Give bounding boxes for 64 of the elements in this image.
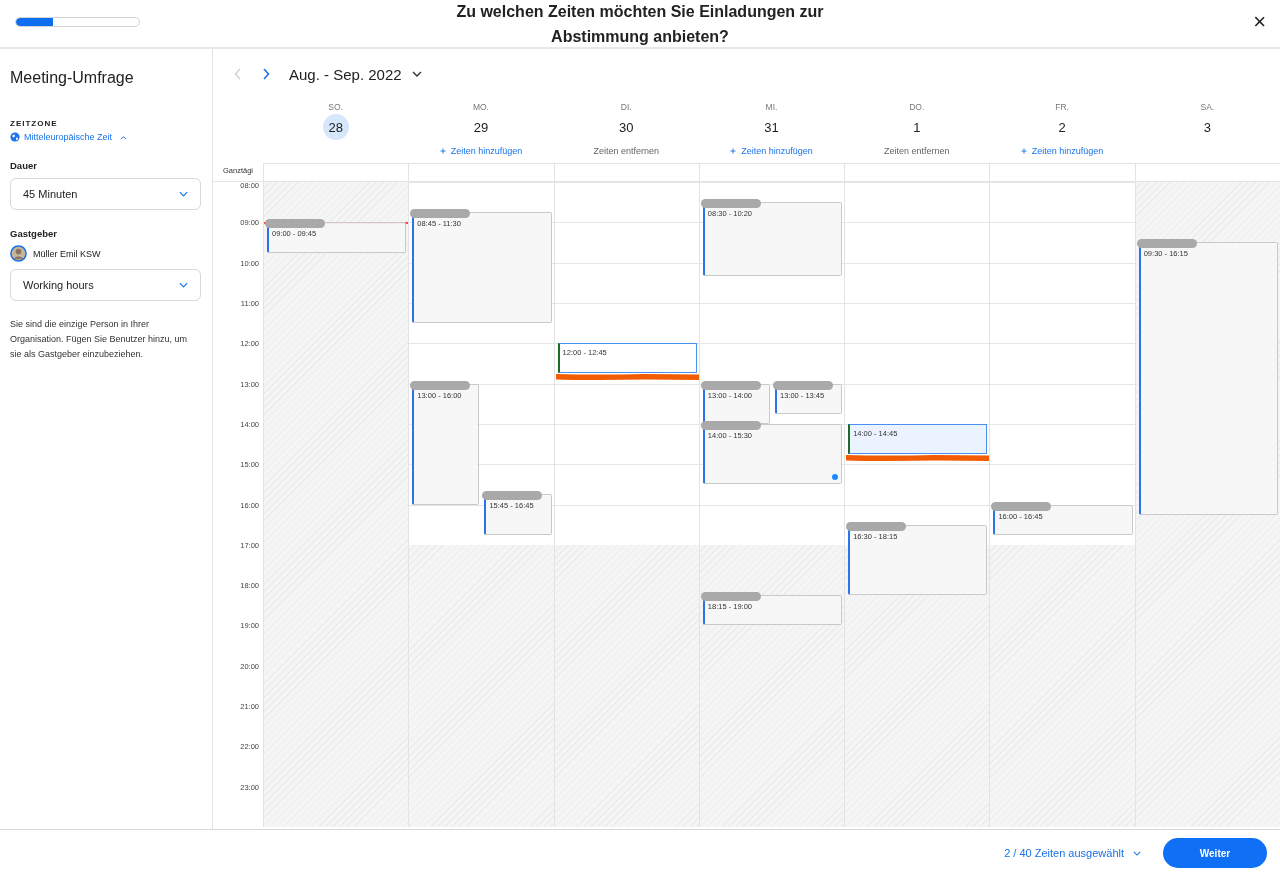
all-day-cell[interactable] [1134, 163, 1280, 181]
remove-times-link[interactable]: Zeiten entfernen [884, 146, 950, 156]
redacted-title [482, 491, 543, 501]
redacted-title [265, 219, 325, 229]
field-label: Dauer [10, 160, 38, 171]
add-times-link[interactable]: Zeiten hinzufügen [730, 146, 813, 156]
redacted-title [700, 592, 761, 602]
weekday-label: MO. [472, 102, 489, 112]
all-day-cell[interactable] [698, 163, 845, 181]
redacted-title [410, 209, 471, 219]
day-number[interactable]: 2 [1049, 114, 1076, 140]
chevron-right-icon [262, 68, 270, 80]
redacted-title [773, 380, 833, 390]
section-label: ZEITZONE [10, 119, 59, 128]
weekday-label: DO. [909, 102, 925, 112]
redacted-title [700, 380, 761, 390]
next-step-button[interactable]: Weiter [1163, 838, 1267, 868]
day-number[interactable]: 1 [903, 114, 930, 140]
day-number[interactable]: 28 [322, 114, 349, 140]
remove-times-link[interactable]: Zeiten entfernen [593, 146, 659, 156]
plus-icon [730, 148, 737, 154]
all-day-cell[interactable] [553, 163, 699, 181]
day-number[interactable]: 29 [467, 114, 494, 140]
host-name: Müller Emil KSW [33, 248, 101, 259]
avatar-icon [10, 245, 27, 262]
redacted-title [410, 380, 471, 390]
plus-icon [439, 148, 446, 154]
field-label: Gastgeber [10, 228, 58, 239]
date-range-dropdown[interactable]: Aug. - Sep. 2022 [289, 65, 422, 83]
chevron-down-icon [179, 282, 188, 288]
chevron-down-icon [411, 71, 422, 77]
all-day-cell[interactable] [989, 163, 1135, 181]
weekday-label: MI. [765, 102, 778, 112]
duration-dropdown[interactable]: 45 Minuten [10, 178, 201, 210]
chevron-left-icon [234, 68, 242, 80]
close-button[interactable]: × [1253, 10, 1266, 34]
redacted-title [700, 420, 761, 430]
dialog-title: Zu welchen Zeiten möchten Sie Einladungen zur Abstimmung anbieten? [455, 1, 825, 47]
redacted-title [1136, 239, 1197, 249]
redacted-title [700, 199, 761, 209]
all-day-cell[interactable] [263, 163, 409, 181]
info-text: Sie sind die einzige Person in Ihrer Organisation. Fügen Sie Benutzer hinzu, um sie als Gastgeber einzubeziehen. [10, 318, 189, 361]
caret-icon [120, 134, 128, 140]
timezone-link[interactable]: Mitteleuropäische Zeit [24, 132, 113, 142]
hours-dropdown[interactable]: Working hours [10, 269, 201, 301]
redacted-title [991, 501, 1052, 511]
add-times-link[interactable]: Zeiten hinzufügen [1020, 146, 1104, 156]
day-number[interactable]: 30 [613, 114, 640, 140]
day-number[interactable]: 31 [758, 114, 785, 140]
weekday-label: SO. [328, 102, 343, 112]
chevron-down-icon [179, 191, 188, 197]
chevron-down-icon [1133, 850, 1141, 856]
redacted-title [846, 521, 907, 531]
add-times-link[interactable]: Zeiten hinzufügen [439, 146, 523, 156]
weekday-label: DI. [620, 102, 632, 112]
day-number[interactable]: 3 [1194, 114, 1221, 140]
weekday-label: FR. [1055, 102, 1069, 112]
all-day-cell[interactable] [408, 163, 554, 181]
all-day-cell[interactable] [844, 163, 990, 181]
selection-count-dropdown[interactable]: 2 / 40 Zeiten ausgewählt [1004, 847, 1141, 859]
weekday-label: SA. [1200, 102, 1215, 112]
globe-icon [10, 132, 20, 142]
panel-title: Meeting-Umfrage [10, 69, 135, 87]
plus-icon [1020, 148, 1027, 154]
